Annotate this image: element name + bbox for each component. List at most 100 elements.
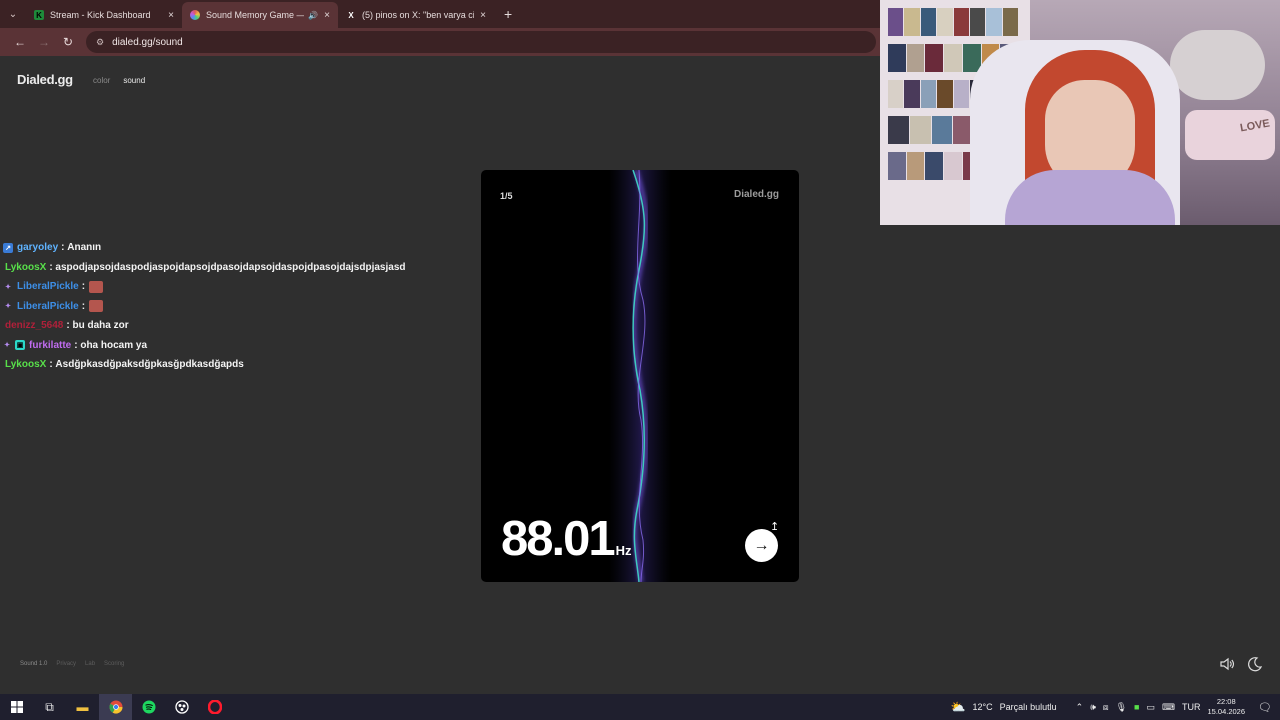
chat-message: ✦ ▣ furkilatte : oha hocam ya [3, 336, 433, 356]
chat-separator: : [81, 300, 86, 312]
close-icon[interactable]: × [480, 10, 486, 21]
speaker-icon[interactable]: 🕪 [1090, 702, 1096, 713]
tab-x-post[interactable]: X (5) pinos on X: "ben varya cidd × [338, 2, 494, 28]
chat-message: ✦ LiberalPickle : [3, 297, 433, 317]
footer-lab-link[interactable]: Lab [85, 661, 95, 667]
new-tab-button[interactable]: + [504, 6, 512, 22]
emote-image [89, 300, 104, 313]
chat-message: ↗ garyoley : Ananın [3, 238, 433, 258]
chat-message: LykoosX : Asdğpkasdğpaksdğpkasğpdkasdğap… [3, 355, 433, 375]
streamer-body [1005, 170, 1175, 225]
forward-arrow-icon[interactable]: → [32, 35, 56, 49]
weather-icon[interactable]: ⛅ [951, 700, 966, 714]
chat-username: LiberalPickle [17, 281, 79, 293]
site-logo[interactable]: Dialed.gg [17, 72, 73, 87]
network-icon[interactable]: ▭ [1146, 702, 1155, 713]
windows-start-icon[interactable] [0, 694, 33, 720]
windows-taskbar: ⧉ ▬ ⛅ 12°C Parçalı bulutlu ⌃ 🕪 ⧈ 🎙 ■ ▭ ⌨… [0, 694, 1280, 720]
chat-text: Ananın [67, 242, 102, 254]
tab-kick-dashboard[interactable]: K Stream - Kick Dashboard × [26, 2, 182, 28]
chat-text: oha hocam ya [80, 339, 148, 351]
tab-title: Stream - Kick Dashboard [50, 10, 151, 20]
stream-chat: ↗ garyoley : Ananın LykoosX : aspodjapso… [3, 238, 433, 375]
chat-separator: : [81, 281, 86, 293]
url-bar[interactable]: ⚙ dialed.gg/sound [86, 31, 876, 53]
gift-badge-icon: ✦ [4, 342, 10, 350]
x-favicon-icon: X [348, 10, 354, 20]
spotify-icon[interactable] [132, 694, 165, 720]
browser-tab-bar: ⌄ K Stream - Kick Dashboard × Sound Memo… [0, 0, 880, 28]
chat-username: LiberalPickle [17, 300, 79, 312]
footer-scoring-link[interactable]: Scoring [104, 661, 124, 667]
tray-chevron-up-icon[interactable]: ⌃ [1076, 702, 1084, 713]
chat-message: LykoosX : aspodjapsojdaspodjaspojdapsojd… [3, 258, 433, 278]
address-bar-row: ← → ↻ ⚙ dialed.gg/sound [0, 28, 880, 56]
frequency-unit: Hz [615, 543, 632, 558]
site-info-icon[interactable]: ⚙ [96, 37, 104, 48]
tray-green-app-icon[interactable]: ■ [1134, 702, 1139, 712]
chat-username: LykoosX [5, 359, 47, 371]
close-icon[interactable]: × [324, 10, 330, 21]
round-counter: 1/5 [500, 191, 513, 201]
chat-username: garyoley [17, 242, 59, 254]
file-explorer-icon[interactable]: ▬ [66, 694, 99, 720]
task-view-icon[interactable]: ⧉ [33, 694, 66, 720]
dialed-favicon-icon [190, 10, 200, 20]
footer-privacy-link[interactable]: Privacy [56, 661, 76, 667]
microphone-icon[interactable]: 🎙 [1116, 702, 1127, 713]
clock-date: 15.04.2026 [1207, 707, 1246, 716]
sound-game-card: 1/5 Dialed.gg 88.01 Hz → [481, 170, 799, 582]
sub-badge-icon: ↗ [3, 242, 13, 253]
chrome-icon[interactable] [99, 694, 132, 720]
reload-icon[interactable]: ↻ [56, 35, 80, 49]
weather-temp[interactable]: 12°C [972, 702, 992, 712]
frequency-value: 88.01 [501, 512, 616, 566]
notification-icon[interactable]: 🗨 [1258, 701, 1272, 714]
chat-text: aspodjapsojdaspodjaspojdapsojdpasojdapso… [55, 261, 406, 273]
site-nav: color sound [93, 76, 145, 85]
close-icon[interactable]: × [168, 10, 174, 21]
nav-color-link[interactable]: color [93, 76, 110, 85]
language-indicator[interactable]: TUR [1182, 702, 1201, 712]
tab-title: Sound Memory Game — Hu [206, 10, 304, 20]
opera-icon[interactable] [198, 694, 231, 720]
tray-app-icon[interactable]: ⧈ [1103, 702, 1109, 713]
page-controls [1219, 656, 1263, 672]
tab-search-icon[interactable]: ⌄ [0, 0, 26, 28]
emote-image [89, 280, 104, 293]
plush-toy [1170, 30, 1265, 100]
kick-favicon-icon: K [34, 10, 44, 20]
frequency-readout: 88.01 Hz [501, 511, 632, 567]
chat-text: bu daha zor [72, 320, 129, 332]
chat-username: LykoosX [5, 261, 47, 273]
speaker-icon[interactable]: 🔊 [308, 11, 318, 20]
url-text: dialed.gg/sound [112, 36, 183, 48]
chat-message: ✦ LiberalPickle : [3, 277, 433, 297]
arrow-right-icon: → [753, 536, 770, 554]
gem-badge-icon: ✦ [5, 303, 11, 311]
chat-message: denizz_5648 : bu daha zor [3, 316, 433, 336]
tab-title: (5) pinos on X: "ben varya cidd [362, 10, 475, 20]
chat-username: furkilatte [29, 339, 72, 351]
gift-box-icon: ▣ [15, 340, 25, 351]
love-pillow [1185, 110, 1275, 160]
volume-icon[interactable] [1219, 656, 1235, 672]
tab-sound-memory-game[interactable]: Sound Memory Game — Hu 🔊 × [182, 2, 338, 28]
webcam-overlay [880, 0, 1280, 225]
chat-username: denizz_5648 [5, 320, 64, 332]
dark-mode-moon-icon[interactable] [1247, 656, 1263, 672]
clock-time: 22:08 [1216, 697, 1236, 706]
obs-icon[interactable] [165, 694, 198, 720]
gem-badge-icon: ✦ [5, 283, 11, 291]
system-tray: ⛅ 12°C Parçalı bulutlu ⌃ 🕪 ⧈ 🎙 ■ ▭ ⌨ TUR… [951, 694, 1272, 720]
weather-desc[interactable]: Parçalı bulutlu [1000, 702, 1057, 712]
footer-version: Sound 1.0 [20, 661, 48, 667]
next-button[interactable]: → [745, 529, 778, 562]
back-arrow-icon[interactable]: ← [8, 35, 32, 49]
site-footer: Sound 1.0 Privacy Lab Scoring [20, 661, 124, 667]
mouse-cursor-icon: ↥ [770, 521, 780, 533]
clock[interactable]: 22:08 15.04.2026 [1207, 697, 1245, 717]
chat-text: Asdğpkasdğpaksdğpkasğpdkasdğapds [55, 359, 244, 371]
keyboard-icon[interactable]: ⌨ [1162, 702, 1175, 713]
nav-sound-link[interactable]: sound [123, 76, 145, 85]
